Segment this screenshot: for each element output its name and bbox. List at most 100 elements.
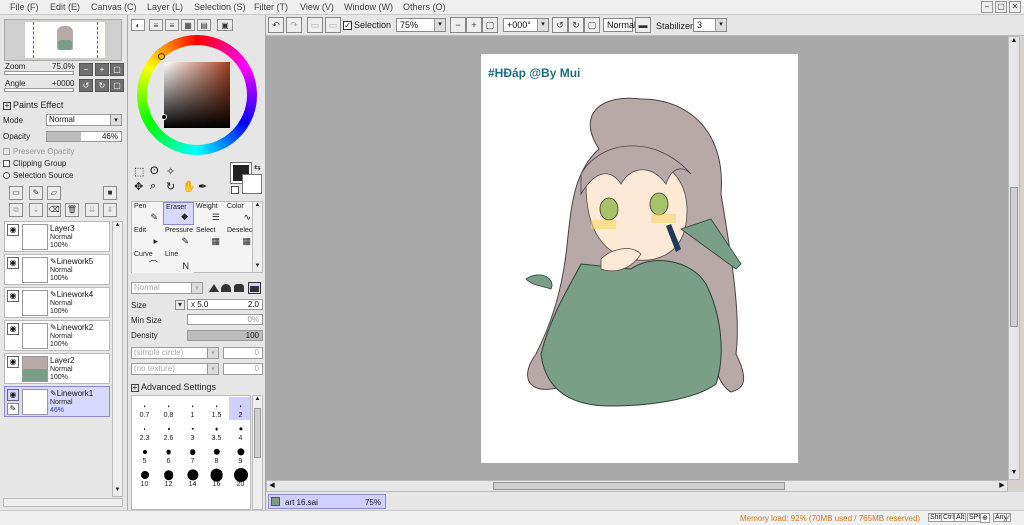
rotate-right-icon[interactable]: ↻ [568, 17, 584, 33]
zoom-reset-icon[interactable]: ▢ [482, 17, 498, 33]
default-colors-icon[interactable] [231, 186, 239, 194]
new-linework-icon[interactable]: ✎ [29, 186, 43, 200]
brush-texture-strength[interactable]: 0 [223, 363, 263, 375]
chevron-up-icon[interactable]: ▲ [253, 202, 262, 211]
tool-line[interactable]: Line N [163, 250, 194, 273]
trash-icon[interactable]: 🗑 [65, 203, 79, 217]
layer-row[interactable]: ◉ ✎ ✎Linework1 Normal 46% [4, 386, 110, 417]
new-folder-icon[interactable]: ▱ [47, 186, 61, 200]
menu-item[interactable]: Others (O) [403, 2, 446, 12]
menu-item[interactable]: Layer (L) [147, 2, 183, 12]
navigator-thumbnail[interactable] [4, 19, 122, 61]
hand-icon[interactable]: ✋ [182, 180, 196, 193]
swap-colors-icon[interactable]: ⇆ [254, 163, 261, 172]
clear-layer-icon[interactable]: ⌫ [47, 203, 61, 217]
brush-size-preset[interactable]: 2.6 [157, 420, 180, 443]
zoom-select[interactable]: 75% ▾ [396, 18, 446, 32]
brush-shape-select[interactable]: (simple circle) ▾ [131, 347, 219, 359]
brush-size-preset[interactable]: 4 [229, 420, 250, 443]
tool-edit[interactable]: Edit ▸ [132, 226, 163, 249]
preserve-opacity-check[interactable]: Preserve Opacity [3, 147, 74, 156]
hsv-slider-tab-icon[interactable]: ≡ [165, 19, 179, 31]
brush-size-preset[interactable]: 3 [181, 420, 204, 443]
chevron-up-icon[interactable]: ▲ [253, 396, 262, 405]
blend-select[interactable]: Normal [603, 18, 636, 32]
brush-size-scrollbar[interactable]: ▲ [252, 395, 263, 510]
rotate-right-button[interactable]: ↻ [95, 79, 109, 92]
zoom-reset-button[interactable]: ▢ [110, 63, 124, 76]
background-color-swatch[interactable] [242, 174, 262, 194]
brush-size-preset[interactable]: 3.5 [205, 420, 228, 443]
menu-item[interactable]: Canvas (C) [91, 2, 137, 12]
menu-item[interactable]: View (V) [300, 2, 334, 12]
brush-texture-select[interactable]: (no texture) ▾ [131, 363, 219, 375]
layer-row[interactable]: ◉ ✎Linework5 Normal 100% [4, 254, 110, 285]
rgb-slider-tab-icon[interactable]: ≡ [149, 19, 163, 31]
angle-select[interactable]: +000° ▾ [503, 18, 549, 32]
tool-eraser[interactable]: Eraser ◆ [163, 202, 194, 225]
vscroll-thumb[interactable] [1010, 187, 1018, 327]
tool-select[interactable]: Select ▦ [194, 226, 225, 249]
chevron-left-icon[interactable]: ◀ [267, 481, 277, 491]
clipping-group-check[interactable]: Clipping Group [3, 159, 66, 168]
palette-tab-icon[interactable]: ▦ [181, 19, 195, 31]
flatten-icon[interactable]: ⇟ [103, 203, 117, 217]
close-icon[interactable]: ✕ [1009, 1, 1021, 13]
menu-item[interactable]: Edit (E) [50, 2, 80, 12]
undo-icon[interactable]: ↶ [268, 17, 284, 33]
invert-selection-icon[interactable]: ▭ [325, 17, 341, 33]
chevron-up-icon[interactable]: ▲ [1009, 37, 1019, 47]
deselect-icon[interactable]: ▭ [307, 17, 323, 33]
rotate-left-icon[interactable]: ↺ [552, 17, 568, 33]
tip-flat-icon[interactable] [248, 282, 261, 294]
size-multiplier-dropdown[interactable]: ▾ [175, 300, 185, 310]
brush-size-preset[interactable]: 0.8 [157, 397, 180, 420]
brush-size-preset[interactable]: 6 [157, 443, 180, 466]
chevron-right-icon[interactable]: ▶ [997, 481, 1007, 491]
horizontal-scrollbar[interactable]: ◀ ▶ [266, 480, 1008, 492]
tool-grid-scrollbar[interactable]: ▲ ▼ [252, 201, 263, 273]
brush-blend-select[interactable]: Normal ▾ [131, 282, 203, 294]
eye-icon[interactable]: ◉ [7, 389, 19, 401]
eye-icon[interactable]: ◉ [7, 257, 19, 269]
brush-size-preset[interactable]: 1 [181, 397, 204, 420]
chevron-down-icon[interactable]: ▼ [253, 263, 262, 272]
brush-size-preset[interactable]: 5 [133, 443, 156, 466]
chevron-down-icon[interactable]: ▼ [1009, 469, 1019, 479]
paints-effect-header[interactable]: + Paints Effect [3, 100, 63, 110]
brush-icon[interactable]: ✎ [7, 403, 19, 415]
merge-icon[interactable]: ⇊ [85, 203, 99, 217]
layer-row[interactable]: ◉ ✎Linework4 Normal 100% [4, 287, 110, 318]
advanced-settings-toggle[interactable]: + Advanced Settings [131, 382, 216, 392]
menu-item[interactable]: File (F) [10, 2, 39, 12]
zoom-in-button[interactable]: + [95, 63, 109, 76]
chevron-down-icon[interactable]: ▼ [113, 487, 122, 496]
eye-icon[interactable]: ◉ [7, 224, 19, 236]
maximize-icon[interactable]: ▢ [995, 1, 1007, 13]
canvas-page[interactable]: #HĐáp @By Mui [481, 54, 798, 463]
brush-size-preset[interactable]: 1.5 [205, 397, 228, 420]
tool-weight[interactable]: Weight ☰ [194, 202, 225, 225]
eye-icon[interactable]: ◉ [7, 323, 19, 335]
tool-pen[interactable]: Pen ✎ [132, 202, 163, 225]
size-slider[interactable]: x 5.0 2.0 [187, 299, 263, 310]
brush-size-preset[interactable]: 8 [205, 443, 228, 466]
density-slider[interactable]: 100 [187, 330, 263, 341]
color-wheel-tab-icon[interactable]: ◐ [131, 19, 145, 31]
eye-icon[interactable]: ◉ [7, 290, 19, 302]
new-layer-icon[interactable]: ▭ [9, 186, 23, 200]
eye-icon[interactable]: ◉ [7, 356, 19, 368]
chevron-up-icon[interactable]: ▲ [113, 222, 122, 231]
mixer-tab-icon[interactable]: ▤ [197, 19, 211, 31]
lasso-icon[interactable]: ʘ [150, 165, 159, 177]
brush-size-preset[interactable]: 9 [229, 443, 250, 466]
scroll-thumb[interactable] [254, 408, 261, 458]
zoom-out-icon[interactable]: − [450, 17, 466, 33]
brush-size-preset[interactable]: 20 [229, 466, 250, 489]
rotate-icon[interactable]: ↻ [166, 180, 175, 193]
layer-scrollbar[interactable]: ▲ ▼ [112, 221, 123, 497]
menu-item[interactable]: Selection (S) [194, 2, 246, 12]
saturation-value-square[interactable] [164, 62, 230, 128]
stabilizer-select[interactable]: 3 ▾ [693, 18, 727, 32]
rotate-reset-icon[interactable]: ▢ [584, 17, 600, 33]
